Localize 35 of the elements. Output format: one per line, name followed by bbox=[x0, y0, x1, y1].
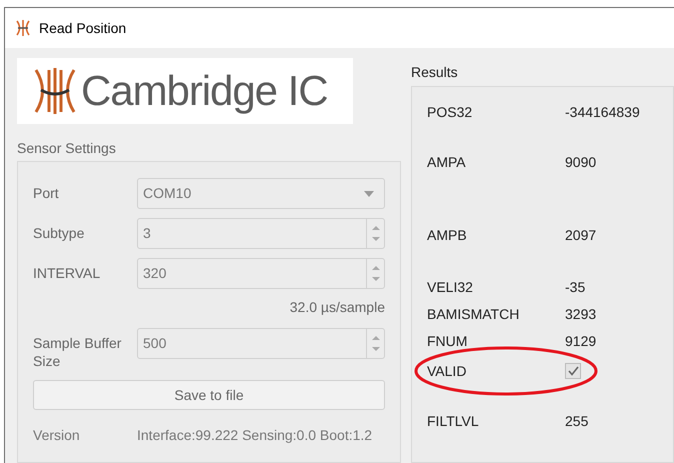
field-label: Subtype bbox=[33, 224, 86, 242]
result-label: FNUM bbox=[427, 332, 468, 350]
dropdown-caret-icon bbox=[364, 190, 374, 196]
save-button[interactable]: Save to file bbox=[33, 380, 385, 410]
result-value: -35 bbox=[565, 278, 586, 296]
result-value: 9090 bbox=[565, 152, 596, 172]
spin-box[interactable]: 500 bbox=[137, 328, 385, 359]
result-label: FILTLVL bbox=[427, 412, 480, 430]
version-label: Version bbox=[33, 426, 81, 445]
field-label: Port bbox=[33, 184, 60, 202]
field-label: Sample Buffer Size bbox=[33, 334, 122, 370]
field-label: INTERVAL bbox=[33, 264, 102, 282]
logo-text: Cambridge IC bbox=[81, 70, 328, 112]
result-label: VELI32 bbox=[427, 278, 474, 296]
result-value: 3293 bbox=[565, 304, 596, 324]
group-title: Results bbox=[411, 63, 459, 82]
spin-box[interactable]: 3 bbox=[137, 218, 385, 249]
result-value: 255 bbox=[565, 412, 588, 430]
version-text: Interface:99.222 Sensing:0.0 Boot:1.2 bbox=[137, 426, 372, 445]
result-label: BAMISMATCH bbox=[427, 304, 520, 324]
app-icon bbox=[15, 19, 31, 37]
result-label: AMPB bbox=[427, 226, 468, 244]
result-value: 9129 bbox=[565, 332, 596, 350]
result-value: -344164839 bbox=[565, 102, 640, 122]
spin-box[interactable]: 320 bbox=[137, 258, 385, 289]
result-value: 2097 bbox=[565, 226, 596, 244]
window-title: Read Position bbox=[39, 18, 126, 38]
result-label: VALID bbox=[427, 362, 468, 380]
sample-rate-text: 32.0 µs/sample bbox=[288, 298, 385, 317]
result-label: POS32 bbox=[427, 102, 474, 122]
dropdown[interactable]: COM10 bbox=[137, 178, 385, 209]
logo-mark-icon bbox=[33, 66, 77, 116]
checkbox[interactable] bbox=[565, 363, 581, 379]
result-label: AMPA bbox=[427, 152, 467, 172]
group-title: Sensor Settings bbox=[17, 139, 117, 158]
